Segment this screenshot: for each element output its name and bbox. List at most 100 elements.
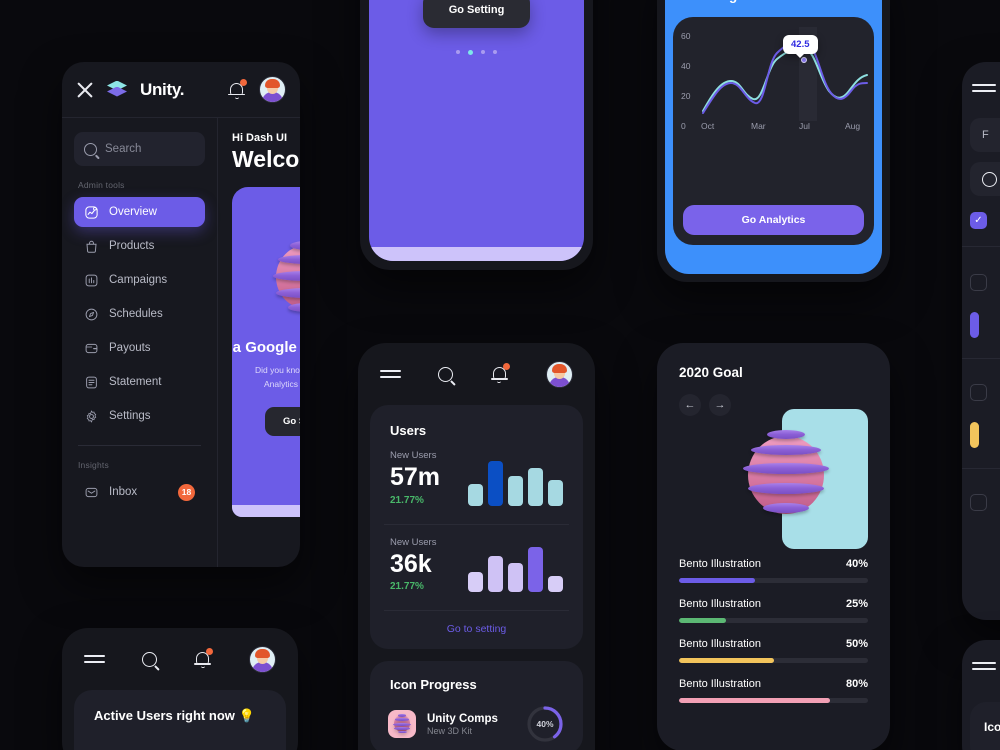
bell-icon[interactable] — [194, 648, 213, 669]
icon-progress-title: Icon Progress — [390, 677, 477, 692]
color-swatch-purple[interactable] — [970, 312, 979, 338]
checkbox-unchecked[interactable] — [970, 384, 987, 401]
sidebar-item-overview[interactable]: Overview — [74, 197, 205, 227]
goal-row-percent: 40% — [845, 558, 868, 570]
users-bar-chart-2 — [468, 544, 563, 592]
checkbox-unchecked[interactable] — [970, 494, 987, 511]
sidebar-item-label: Products — [109, 240, 155, 252]
avatar[interactable] — [249, 645, 276, 673]
users-row-value: 36k — [390, 549, 432, 578]
sidebar-item-label: Overview — [109, 206, 157, 218]
sidebar-item-products[interactable]: Products — [74, 231, 205, 261]
search-icon[interactable] — [438, 366, 454, 382]
menu-icon[interactable] — [380, 368, 401, 381]
sidebar-item-schedules[interactable]: Schedules — [74, 299, 205, 329]
search-input[interactable]: Search — [74, 132, 205, 166]
bar — [508, 475, 523, 506]
promo-mini-button[interactable]: Go Setting — [264, 407, 300, 437]
active-users-phone: Active Users right now 💡 — [62, 628, 298, 750]
earning-phone: Earning 60 40 20 0 Oct Mar Jul Aug 42.5 — [657, 0, 890, 282]
sidebar-divider — [78, 445, 201, 446]
users-phone: Users New Users 57m 21.77% New Users 36k… — [358, 343, 595, 750]
arrow-right-icon[interactable]: → — [709, 394, 731, 416]
panel-divider — [962, 246, 1000, 247]
sidebar-item-campaigns[interactable]: Campaigns — [74, 265, 205, 295]
dashboard-main: Hi Dash UI Welcome Set a Google An — [218, 118, 300, 567]
promo-footer-bar — [369, 247, 584, 261]
earning-title: Earning — [667, 0, 880, 3]
inbox-badge: 18 — [178, 483, 195, 501]
sidebar-item-label: Payouts — [109, 342, 151, 354]
bell-icon[interactable] — [490, 363, 510, 384]
circle-icon — [982, 171, 997, 187]
goal-row: Bento Illustration 50% — [679, 638, 868, 663]
panel-pill-text[interactable]: F — [970, 118, 1000, 152]
color-swatch-yellow[interactable] — [970, 422, 979, 448]
sidebar-item-inbox[interactable]: Inbox 18 — [74, 477, 205, 507]
right-side-panel: F ✓ — [962, 62, 1000, 620]
bar-chart-icon — [84, 273, 99, 288]
panel-divider — [962, 468, 1000, 469]
progress-track — [679, 698, 868, 703]
promo-mini-sub: Did you know you can set aAnalytics code… — [255, 365, 300, 389]
promo-mini-title: Set a Google Analytics Code — [232, 339, 300, 356]
checkbox-checked[interactable]: ✓ — [970, 212, 987, 229]
avatar[interactable] — [545, 360, 573, 388]
panel-pill-circle[interactable] — [970, 162, 1000, 196]
document-icon — [84, 375, 99, 390]
promo-card: Set a GoogleAnalytics Code Did you know … — [369, 0, 584, 261]
goal-title: 2020 Goal — [679, 365, 743, 380]
search-icon[interactable] — [142, 651, 157, 667]
users-row-change: 21.77% — [390, 494, 424, 506]
arrow-left-icon[interactable]: ← — [679, 394, 701, 416]
avatar[interactable] — [259, 76, 286, 103]
sidebar-item-statement[interactable]: Statement — [74, 367, 205, 397]
users-topbar — [358, 343, 595, 405]
bar — [488, 556, 503, 592]
menu-icon[interactable] — [972, 84, 996, 94]
icon-progress-card: Icon Progress Unity Comps New 3D Kit 40% — [370, 661, 583, 750]
bar — [548, 576, 563, 592]
menu-icon[interactable] — [84, 653, 105, 666]
active-users-topbar — [62, 628, 298, 690]
bell-icon[interactable] — [228, 78, 247, 100]
carousel-dot[interactable] — [493, 49, 497, 54]
goal-row: Bento Illustration 25% — [679, 598, 868, 623]
progress-percent: 40% — [536, 719, 554, 729]
earning-chart: 60 40 20 0 Oct Mar Jul Aug 42.5 Go Analy… — [673, 17, 874, 245]
close-icon[interactable] — [76, 81, 94, 99]
search-icon — [84, 142, 97, 156]
goal-row-label: Bento Illustration — [679, 598, 761, 610]
sidebar-item-payouts[interactable]: Payouts — [74, 333, 205, 363]
earning-line-chart-svg — [702, 27, 868, 121]
bar — [468, 483, 483, 506]
progress-fill — [679, 618, 727, 623]
goal-progress-list: Bento Illustration 40% Bento Illustratio… — [679, 558, 868, 718]
progress-fill — [679, 578, 755, 583]
go-setting-button[interactable]: Go Setting — [422, 0, 531, 28]
goal-row-percent: 50% — [845, 638, 868, 650]
progress-fill — [679, 658, 774, 663]
panel-divider — [962, 358, 1000, 359]
go-to-setting-link[interactable]: Go to setting — [370, 611, 583, 649]
item-name: Unity Comps — [427, 712, 498, 725]
carousel-dot[interactable] — [456, 49, 460, 54]
checkbox-unchecked[interactable] — [970, 274, 987, 291]
list-item[interactable]: Unity Comps New 3D Kit 40% — [370, 692, 583, 744]
menu-icon[interactable] — [972, 662, 996, 672]
users-row-label: New Users — [390, 536, 437, 548]
carousel-dot[interactable] — [481, 49, 485, 54]
progress-ring: 40% — [525, 704, 565, 744]
sidebar: Search Admin tools Overview Products Cam… — [62, 118, 218, 567]
active-users-title: Active Users right now 💡 — [94, 708, 255, 723]
carousel-dot-active[interactable] — [468, 49, 473, 55]
active-users-card: Active Users right now 💡 — [74, 690, 286, 750]
progress-track — [679, 578, 868, 583]
users-row: New Users 36k 21.77% — [370, 525, 583, 611]
users-row-value: 57m — [390, 463, 441, 491]
go-analytics-button[interactable]: Go Analytics — [683, 205, 864, 235]
progress-fill — [679, 698, 831, 703]
progress-track — [679, 618, 868, 623]
sidebar-item-settings[interactable]: Settings — [74, 401, 205, 431]
carousel-dots — [456, 49, 497, 55]
